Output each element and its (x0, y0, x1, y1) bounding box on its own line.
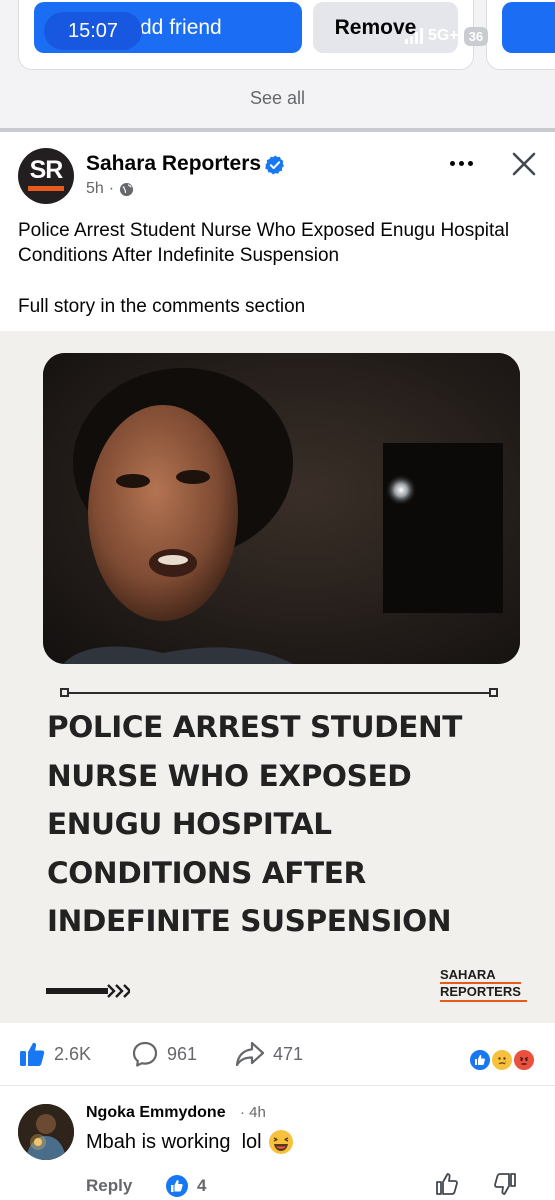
battery-icon: 36 (463, 26, 489, 46)
avatar-initials: SR (29, 156, 64, 184)
next-card-button[interactable] (502, 2, 555, 53)
post-image[interactable]: POLICE ARREST STUDENT NURSE WHO EXPOSED … (0, 331, 555, 1023)
post-text: Police Arrest Student Nurse Who Exposed … (18, 218, 538, 319)
page-avatar[interactable]: SR (18, 148, 74, 204)
headline-line: POLICE ARREST STUDENT (47, 710, 462, 744)
like-reaction-icon (468, 1048, 492, 1072)
thumbs-up-icon[interactable] (434, 1171, 460, 1197)
commenter-name[interactable]: Ngoka Emmydone (86, 1104, 226, 1122)
thumbs-down-icon[interactable] (492, 1171, 518, 1197)
share-arrow-icon (235, 1041, 265, 1067)
status-indicators: 5G+ 36 (405, 24, 489, 48)
signal-icon (405, 28, 423, 44)
friend-suggestion-area: Add friend Remove 15:07 5G+ 36 See all (0, 0, 555, 128)
status-time: 15:07 (44, 12, 142, 50)
comment-button[interactable]: 961 (131, 1040, 197, 1068)
comment-text: Mbah is working lol (86, 1129, 294, 1155)
headline-line: NURSE WHO EXPOSED (47, 758, 412, 793)
more-options-icon[interactable] (444, 150, 478, 176)
share-button[interactable]: 471 (235, 1040, 303, 1068)
headline-line: ENUGU HOSPITAL (47, 807, 332, 841)
like-button[interactable]: 2.6K (18, 1040, 91, 1068)
globe-icon (120, 182, 134, 196)
see-all-link[interactable]: See all (0, 88, 555, 109)
reactions-summary[interactable] (468, 1048, 540, 1074)
like-thumb-icon (20, 1042, 45, 1066)
sad-reaction-icon (490, 1048, 514, 1072)
sahara-reporters-logo: SAHARA REPORTERS (440, 968, 528, 1002)
close-icon[interactable] (508, 148, 540, 180)
post-text-footer: Full story in the comments section (18, 296, 306, 317)
comment-time: · 4h (240, 1104, 266, 1121)
page-name[interactable]: Sahara Reporters (86, 152, 261, 176)
comment-like-count: 4 (197, 1176, 207, 1195)
angry-reaction-icon (512, 1048, 536, 1072)
comment-bubble-icon (132, 1041, 158, 1067)
laughing-emoji-icon (268, 1130, 293, 1154)
shares-count: 471 (273, 1043, 304, 1064)
actions-divider (0, 1085, 555, 1086)
feed-divider (0, 128, 555, 132)
comments-count: 961 (167, 1043, 198, 1064)
verified-badge-icon (265, 155, 284, 175)
reply-button[interactable]: Reply (86, 1176, 132, 1196)
post-time: 5h (86, 180, 104, 197)
arrow-decoration-icon (46, 984, 130, 998)
commenter-avatar[interactable] (18, 1104, 74, 1160)
post-meta: 5h · (86, 180, 134, 198)
comment-reactions[interactable]: 4 (165, 1174, 206, 1198)
network-type: 5G+ (428, 27, 459, 44)
image-divider (60, 688, 498, 698)
likes-count: 2.6K (54, 1043, 92, 1064)
news-photo (43, 353, 520, 664)
headline-line: CONDITIONS AFTER (47, 855, 366, 890)
post-text-body: Police Arrest Student Nurse Who Exposed … (18, 220, 510, 266)
headline-line: INDEFINITE SUSPENSION (47, 904, 452, 938)
like-reaction-icon (166, 1175, 188, 1197)
photo-illustration (43, 353, 520, 664)
image-headline: POLICE ARREST STUDENT NURSE WHO EXPOSED … (47, 703, 527, 946)
